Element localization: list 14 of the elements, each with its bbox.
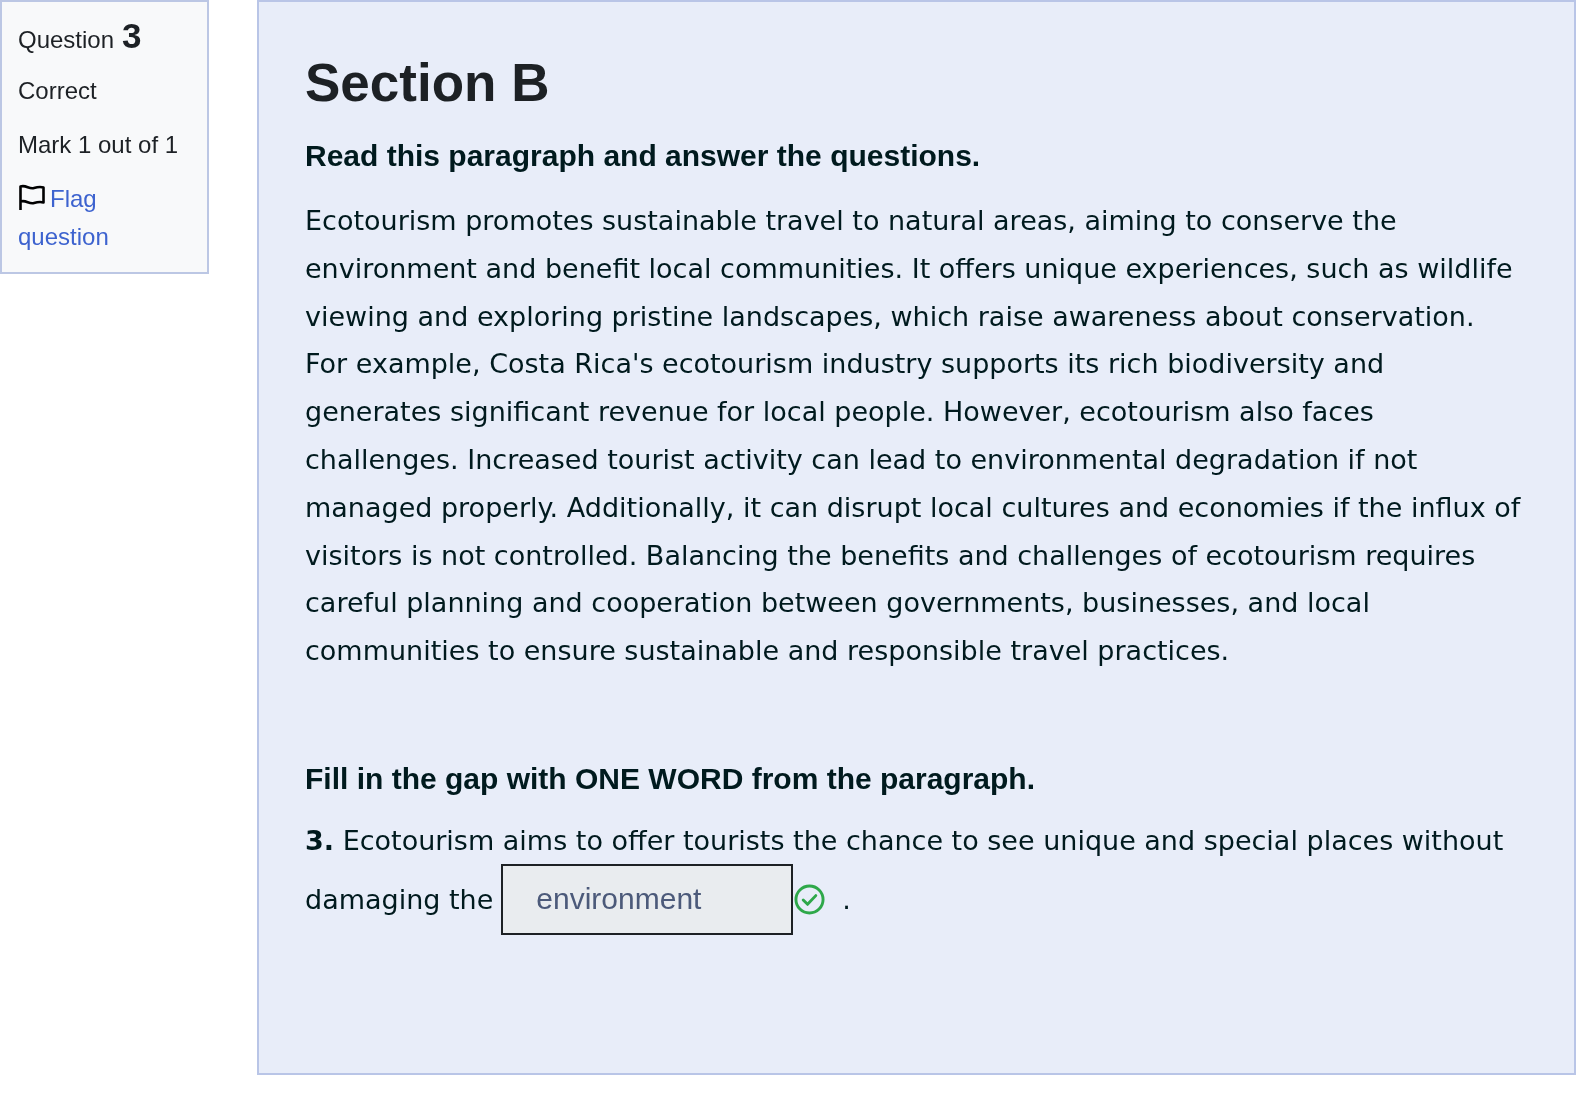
question-label: Question [18, 26, 115, 54]
question-number: 3 [122, 16, 142, 56]
question-status: Correct [18, 76, 98, 106]
sentence-end-text: . [842, 883, 851, 915]
question-text: 3. Ecotourism aims to offer tourists the chance to see unique and special places without [305, 824, 1504, 856]
flag-question-link[interactable]: Flag question [18, 180, 168, 256]
question-mark: Mark 1 out of 1 [18, 130, 180, 160]
question-text: damaging the [305, 883, 494, 915]
flag-icon[interactable] [18, 184, 46, 211]
answer-field[interactable]: environment [501, 863, 794, 935]
instruction-text: Read this paragraph and answer the questions. [305, 138, 982, 174]
reading-paragraph: Ecotourism promotes sustainable travel to natural areas, aiming to conserve the environment and benefit local communities. It offers unique experiences, such as wildlife viewing and exploring pristine landscapes, which raise awareness about conservation. For example, Costa Rica's ecotourism industry supports its rich biodiversity and generates significant revenue for local people. However, ecotourism also faces challenges. Increased tourist activity can lead to environmental degradation if not managed properly. Additionally, it can disrupt local cultures and economies if the influx of visitors is not controlled. Balancing the benefits and challenges of ecotourism requires careful planning and cooperation between governments, businesses, and local communities to ensure sustainable and responsible travel practices. [305, 204, 1522, 669]
task-instruction: Fill in the gap with ONE WORD from the paragraph. [305, 760, 1037, 797]
section-heading: Section B [305, 52, 551, 114]
